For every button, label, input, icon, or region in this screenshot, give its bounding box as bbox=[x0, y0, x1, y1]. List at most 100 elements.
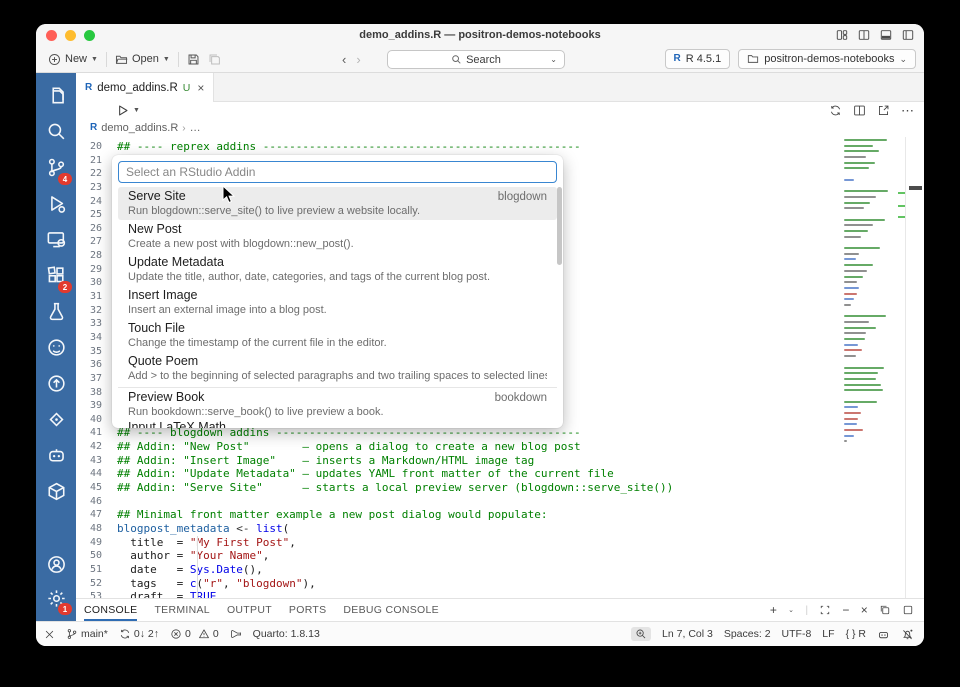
account-button[interactable] bbox=[36, 549, 76, 583]
forward-button[interactable]: › bbox=[356, 52, 360, 67]
console-options-chevron[interactable]: ⌄ bbox=[788, 606, 794, 614]
customize-layout-icon[interactable] bbox=[835, 29, 848, 42]
code-line[interactable]: 41 ## ---- blogdown addins --------------… bbox=[76, 426, 844, 440]
zoom-indicator[interactable] bbox=[631, 627, 652, 641]
code-text: ## Addin: "Update Metadata" – updates YA… bbox=[117, 467, 614, 481]
editor-pane[interactable]: 20 ## ---- reprex addins ----------------… bbox=[76, 137, 924, 598]
editor-tab[interactable]: R demo_addins.R U × bbox=[76, 73, 215, 102]
remote-indicator[interactable] bbox=[44, 629, 55, 640]
save-button[interactable] bbox=[181, 53, 206, 66]
indentation[interactable]: Spaces: 2 bbox=[724, 628, 771, 640]
sidebar-item-publish[interactable] bbox=[36, 367, 76, 403]
toggle-secondary-sidebar-icon[interactable] bbox=[901, 29, 914, 42]
tab-output[interactable]: OUTPUT bbox=[227, 599, 272, 621]
sidebar-item-run-debug[interactable] bbox=[36, 187, 76, 223]
interpreter-button[interactable]: R R 4.5.1 bbox=[664, 49, 731, 69]
quickpick-scrollbar[interactable] bbox=[557, 187, 562, 265]
back-button[interactable]: ‹ bbox=[342, 52, 346, 67]
code-line[interactable]: 20 ## ---- reprex addins ----------------… bbox=[76, 140, 844, 154]
sidebar-item-explorer[interactable] bbox=[36, 79, 76, 115]
more-actions-icon[interactable]: ⋯ bbox=[901, 104, 914, 117]
sidebar-item-source-control[interactable]: 4 bbox=[36, 151, 76, 187]
sidebar-item-github[interactable] bbox=[36, 331, 76, 367]
language-mode[interactable]: { } R bbox=[846, 628, 866, 640]
addin-item[interactable]: Touch File Change the timestamp of the cu… bbox=[118, 319, 557, 352]
minimap-line bbox=[844, 338, 865, 341]
cursor-position[interactable]: Ln 7, Col 3 bbox=[662, 628, 713, 640]
new-console-icon[interactable]: + bbox=[770, 604, 777, 616]
tab-terminal[interactable]: TERMINAL bbox=[154, 599, 210, 621]
code-line[interactable]: 48 blogpost_metadata <- list( bbox=[76, 522, 844, 536]
code-text: date = Sys.Date(), bbox=[117, 562, 263, 576]
addin-item[interactable]: Update Metadata Update the title, author,… bbox=[118, 253, 557, 286]
workspace-button[interactable]: positron-demos-notebooks ⌄ bbox=[738, 49, 916, 69]
fullscreen-panel-icon[interactable] bbox=[902, 604, 914, 616]
sync-changes-icon[interactable] bbox=[829, 104, 842, 117]
split-editor-icon[interactable] bbox=[857, 29, 870, 42]
git-branch-indicator[interactable]: main* bbox=[66, 628, 108, 640]
tab-console[interactable]: CONSOLE bbox=[84, 599, 138, 621]
code-line[interactable]: 43 ## Addin: "Insert Image" – inserts a M… bbox=[76, 454, 844, 468]
titlebar: demo_addins.R — positron-demos-notebooks bbox=[36, 24, 924, 46]
new-button[interactable]: New ▼ bbox=[42, 53, 104, 66]
problems-indicator[interactable]: 0 0 bbox=[170, 628, 219, 640]
line-number: 28 bbox=[89, 250, 102, 262]
run-options-chevron[interactable]: ▼ bbox=[133, 107, 140, 114]
beaker-status-item[interactable] bbox=[230, 628, 242, 640]
tab-ports[interactable]: PORTS bbox=[289, 599, 326, 621]
maximize-panel-icon[interactable] bbox=[819, 604, 831, 616]
minimize-panel-icon[interactable]: − bbox=[842, 604, 849, 616]
addin-item[interactable]: Insert Image Insert an external image int… bbox=[118, 286, 557, 319]
close-panel-icon[interactable]: × bbox=[861, 604, 868, 616]
code-line[interactable]: 45 ## Addin: "Serve Site" – starts a loca… bbox=[76, 481, 844, 495]
code-line[interactable]: 52 tags = c("r", "blogdown"), bbox=[76, 577, 844, 591]
save-all-button[interactable] bbox=[206, 53, 227, 66]
code-line[interactable]: 44 ## Addin: "Update Metadata" – updates … bbox=[76, 467, 844, 481]
editor-action-icons: ⋯ bbox=[829, 104, 914, 117]
mouse-cursor bbox=[222, 184, 236, 207]
quarto-version[interactable]: Quarto: 1.8.13 bbox=[253, 628, 320, 640]
toggle-panel-icon[interactable] bbox=[879, 29, 892, 42]
sync-indicator[interactable]: 0↓ 2↑ bbox=[119, 628, 159, 640]
settings-button[interactable]: 1 bbox=[36, 583, 76, 617]
code-line[interactable]: 51 date = Sys.Date(), bbox=[76, 563, 844, 577]
addin-search-input[interactable]: Select an RStudio Addin bbox=[118, 161, 557, 183]
eol[interactable]: LF bbox=[822, 628, 834, 640]
code-line[interactable]: 47 ## Minimal front matter example a new … bbox=[76, 508, 844, 522]
encoding[interactable]: UTF-8 bbox=[782, 628, 812, 640]
addin-item[interactable]: Quote Poem Add > to the beginning of sele… bbox=[118, 352, 557, 385]
split-editor-icon[interactable] bbox=[853, 104, 866, 117]
breadcrumb[interactable]: R demo_addins.R › … bbox=[76, 119, 924, 137]
open-button[interactable]: Open ▼ bbox=[109, 53, 176, 66]
copilot-status[interactable] bbox=[877, 628, 890, 641]
code-line[interactable]: 53 draft = TRUE bbox=[76, 590, 844, 598]
addin-item[interactable]: Input LaTeX Math bbox=[118, 418, 557, 428]
run-button[interactable] bbox=[116, 104, 129, 117]
sidebar-item-packages[interactable] bbox=[36, 475, 76, 511]
code-line[interactable]: 46 bbox=[76, 495, 844, 509]
sidebar-item-testing[interactable] bbox=[36, 295, 76, 331]
search-input[interactable]: Search ⌄ bbox=[387, 50, 565, 69]
addin-item[interactable]: New Post Create a new post with blogdown:… bbox=[118, 220, 557, 253]
sidebar-item-gem[interactable] bbox=[36, 403, 76, 439]
line-number: 20 bbox=[89, 141, 102, 152]
sidebar-item-copilot[interactable] bbox=[36, 439, 76, 475]
notifications-status[interactable] bbox=[901, 628, 914, 641]
restore-layout-icon[interactable] bbox=[879, 604, 891, 616]
addin-item[interactable]: Serve Site blogdown Run blogdown::serve_si… bbox=[118, 187, 557, 220]
addin-item[interactable]: Preview Book bookdown Run bookdown::serve_… bbox=[118, 390, 557, 418]
sidebar-item-extensions[interactable]: 2 bbox=[36, 259, 76, 295]
open-in-window-icon[interactable] bbox=[877, 104, 890, 117]
activity-bar: 4 2 1 bbox=[36, 73, 76, 621]
sidebar-item-sessions[interactable] bbox=[36, 223, 76, 259]
warning-icon bbox=[198, 628, 210, 640]
code-line[interactable]: 42 ## Addin: "New Post" – opens a dialog … bbox=[76, 440, 844, 454]
sidebar-item-search[interactable] bbox=[36, 115, 76, 151]
tab-debug-console[interactable]: DEBUG CONSOLE bbox=[343, 599, 439, 621]
close-tab-icon[interactable]: × bbox=[197, 81, 204, 95]
minimap[interactable] bbox=[844, 139, 906, 598]
code-line[interactable]: 49 title = "My First Post", bbox=[76, 536, 844, 550]
code-line[interactable]: 50 author = "Your Name", bbox=[76, 549, 844, 563]
editor-scrollbar[interactable] bbox=[905, 137, 924, 598]
minimap-line bbox=[844, 241, 906, 243]
